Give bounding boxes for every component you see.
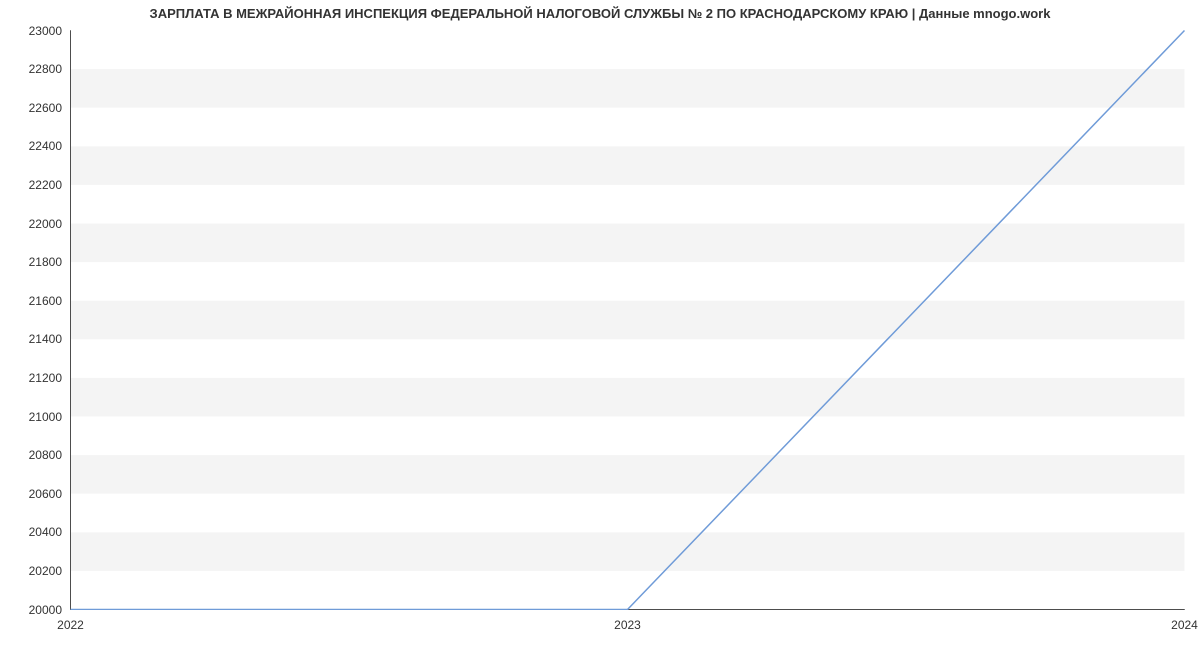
- y-tick-label: 22000: [0, 217, 62, 231]
- y-tick-label: 21400: [0, 332, 62, 346]
- y-tick-label: 22600: [0, 101, 62, 115]
- chart-plot-area: [70, 30, 1185, 610]
- y-axis-ticks: 2000020200204002060020800210002120021400…: [0, 30, 62, 610]
- y-tick-label: 23000: [0, 24, 62, 38]
- x-tick-label: 2022: [57, 618, 84, 632]
- y-tick-label: 21800: [0, 255, 62, 269]
- x-axis-ticks: 202220232024: [70, 618, 1185, 638]
- y-tick-label: 22400: [0, 139, 62, 153]
- y-tick-label: 22200: [0, 178, 62, 192]
- y-tick-label: 20400: [0, 525, 62, 539]
- y-tick-label: 21000: [0, 410, 62, 424]
- y-tick-label: 22800: [0, 62, 62, 76]
- y-tick-label: 20600: [0, 487, 62, 501]
- y-tick-label: 21200: [0, 371, 62, 385]
- chart-title: ЗАРПЛАТА В МЕЖРАЙОННАЯ ИНСПЕКЦИЯ ФЕДЕРАЛ…: [0, 6, 1200, 21]
- x-tick-label: 2024: [1171, 618, 1198, 632]
- y-tick-label: 20200: [0, 564, 62, 578]
- x-tick-label: 2023: [614, 618, 641, 632]
- y-tick-label: 21600: [0, 294, 62, 308]
- y-tick-label: 20000: [0, 603, 62, 617]
- y-tick-label: 20800: [0, 448, 62, 462]
- chart-container: ЗАРПЛАТА В МЕЖРАЙОННАЯ ИНСПЕКЦИЯ ФЕДЕРАЛ…: [0, 0, 1200, 650]
